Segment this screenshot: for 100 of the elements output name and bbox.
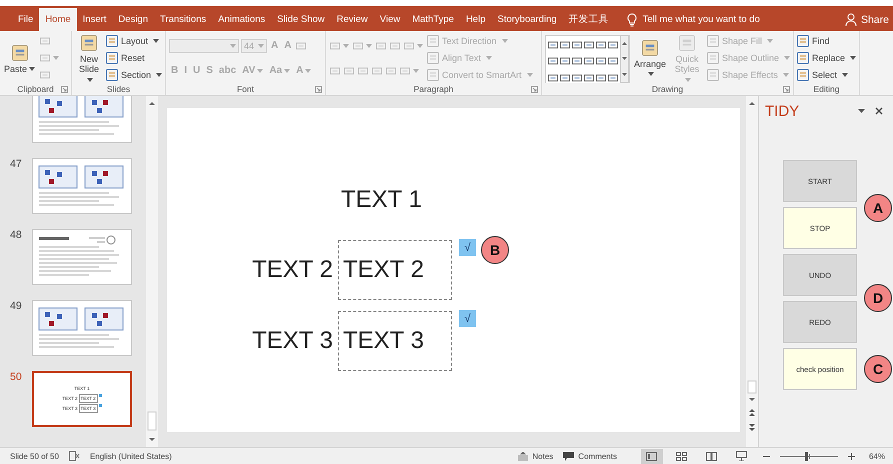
ribbon-button[interactable]: Select [797,67,848,82]
ribbon-tab[interactable]: Insert [76,8,112,31]
gallery-scroll-icon[interactable] [620,35,629,83]
tool-icon [106,52,118,64]
tool-icon [376,40,386,52]
zoom-slider[interactable] [780,452,838,460]
view-button[interactable] [640,448,663,464]
caret-icon [526,72,533,77]
comment-icon [563,452,574,460]
tool-icon [797,52,809,64]
comments-button[interactable]: Comments [563,452,617,460]
tool-icon [608,38,618,50]
slide-number: 50 [9,371,23,385]
caret-icon [343,44,349,48]
vertical-scrollbar[interactable] [146,96,158,447]
tool-icon [548,55,558,67]
text-box[interactable]: TEXT 2 [338,240,452,300]
tool-icon [330,40,340,52]
tool-icon [548,72,558,83]
dialog-launcher-icon[interactable] [783,86,790,92]
dialog-launcher-icon[interactable] [531,86,538,92]
caret-icon [53,56,60,60]
tool-icon [427,68,439,81]
group-label: Font [236,84,254,94]
tool-icon [40,35,50,48]
tool-icon [427,35,439,48]
caret-icon [230,44,236,48]
tool-icon [596,38,606,50]
slide-text: TEXT 1 [341,186,422,214]
caret-icon [305,68,312,72]
text-box[interactable]: TEXT 3 [338,311,452,371]
tool-icon [608,55,618,67]
ribbon-tab[interactable]: Home [39,8,77,31]
tool-icon [372,64,382,76]
ribbon-tab[interactable]: Animations [212,8,272,31]
tool-icon [797,35,809,48]
dialog-launcher-icon[interactable] [61,86,68,92]
zoom-in-icon[interactable] [848,452,855,460]
caret-icon [850,56,856,60]
slide-text: TEXT 2 [251,255,333,285]
tell-me-search[interactable]: Tell me what you want to do [626,8,760,31]
tool-icon [390,40,400,52]
ribbon-tab[interactable]: MathType [406,8,460,31]
lightbulb-icon [626,12,637,26]
tool-icon [572,55,582,67]
group-label: Clipboard [17,84,54,94]
caret-icon [257,68,264,72]
ribbon-tab[interactable]: Transitions [154,8,212,31]
ribbon-tab[interactable]: Storyboarding [491,8,563,31]
tool-icon [584,38,594,50]
ribbon-tab[interactable]: Design [112,8,154,31]
vertical-scrollbar[interactable] [746,96,758,447]
check-mark: √ [459,310,476,327]
caret-icon [417,44,423,48]
ribbon-tab[interactable]: File [12,8,40,31]
tool-icon [358,64,368,76]
caret-icon [784,56,790,60]
ribbon-tab[interactable]: Help [460,8,492,31]
tool-icon [427,52,439,64]
tool-icon [560,38,570,50]
slide-count: Slide 50 of 50 [10,452,59,460]
tool-icon [706,35,719,48]
ribbon-tab[interactable]: Review [330,8,374,31]
zoom-slider-thumb[interactable] [805,452,808,460]
close-icon[interactable] [875,107,883,115]
tool-icon [330,64,340,76]
tool-icon [400,64,410,76]
ribbon-tab[interactable]: 开发工具 [562,8,615,31]
tool-icon [548,38,558,50]
tool-icon [584,55,594,67]
ribbon-button[interactable]: Paste [3,42,36,74]
caret-icon [153,39,159,44]
tool-icon [596,55,606,67]
tool-icon [560,55,570,67]
dialog-launcher-icon[interactable] [315,86,322,92]
ribbon-button[interactable]: New Slide [75,33,103,83]
ribbon-button[interactable]: Find [797,34,830,49]
tool-icon [404,40,414,52]
caret-icon [258,44,264,48]
share-button[interactable]: Share [844,8,889,31]
ribbon-button[interactable]: Reset [106,50,144,66]
ribbon-button[interactable]: Replace [797,50,856,66]
slide-number: 49 [9,300,23,314]
ribbon-button[interactable]: Section [106,67,162,82]
tool-icon [560,72,570,83]
ribbon-button[interactable]: Layout [106,34,159,49]
zoom-level[interactable]: 64% [868,452,885,460]
language-label[interactable]: English (United States) [90,452,172,460]
caret-icon[interactable] [858,109,865,113]
callout-marker: B [481,236,509,264]
ribbon-tab[interactable]: View [374,8,406,31]
notes-button[interactable]: Notes [518,452,554,460]
group-label: Paragraph [414,84,454,94]
callout-marker: C [864,355,892,383]
tool-icon [344,64,354,76]
caret-icon [86,78,93,82]
tool-icon [40,52,50,64]
ribbon-tab[interactable]: Slide Show [271,8,331,31]
normal-view-icon [646,452,658,460]
ribbon-button[interactable]: Arrange [633,38,668,78]
